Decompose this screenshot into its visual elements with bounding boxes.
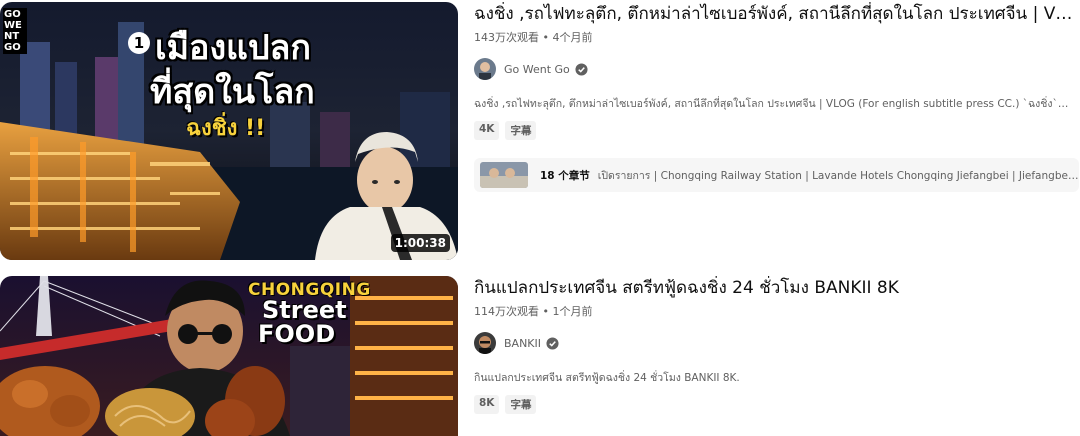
- avatar[interactable]: [474, 332, 496, 354]
- chapters-bar[interactable]: 18 个章节 เปิดรายการ | Chongqing Railway St…: [474, 158, 1079, 192]
- video-info: กินแปลกประเทศจีน สตรีทฟู้ดฉงชิ่ง 24 ชั่ว…: [474, 276, 1074, 414]
- verified-icon: [546, 336, 559, 350]
- thumbnail-headline-3: FOOD: [258, 320, 336, 348]
- meta-separator: •: [542, 31, 550, 44]
- verified-icon: [575, 62, 588, 76]
- upload-age: 1个月前: [552, 305, 593, 318]
- thumbnail-number: 1: [128, 32, 150, 54]
- video-meta: 143万次观看 • 4个月前: [474, 29, 1074, 45]
- view-count: 114万次观看: [474, 305, 539, 318]
- chapter-count: 18 个章节: [540, 169, 590, 182]
- video-description: ฉงชิ่ง ,รถไฟทะลุตึก, ตึกหม่าล่าไซเบอร์พั…: [474, 98, 1069, 110]
- video-thumbnail[interactable]: GO WENT GO 1 เมืองแปลก ที่สุดในโลก ฉงชิ่…: [0, 2, 458, 260]
- quality-badge: 4K: [474, 121, 500, 140]
- meta-separator: •: [542, 305, 550, 318]
- view-count: 143万次观看: [474, 31, 539, 44]
- chapter-thumbnail: [480, 162, 528, 188]
- avatar[interactable]: [474, 58, 496, 80]
- upload-age: 4个月前: [552, 31, 593, 44]
- channel-logo-text: GO WENT GO: [3, 8, 27, 54]
- subtitles-badge: 字幕: [505, 395, 537, 414]
- video-duration: 1:00:38: [390, 234, 450, 252]
- subtitles-badge: 字幕: [505, 121, 537, 140]
- thumbnail-image: [0, 276, 458, 436]
- thumbnail-headline-3: ฉงชิ่ง !!: [186, 116, 266, 141]
- channel-name[interactable]: BANKII: [504, 337, 541, 350]
- chapter-list: เปิดรายการ | Chongqing Railway Station |…: [597, 169, 1079, 182]
- video-thumbnail[interactable]: CHONGQING Street FOOD: [0, 276, 458, 436]
- video-info: ฉงชิ่ง ,รถไฟทะลุตึก, ตึกหม่าล่าไซเบอร์พั…: [474, 2, 1079, 192]
- quality-badge: 8K: [474, 395, 500, 414]
- channel-name[interactable]: Go Went Go: [504, 63, 570, 76]
- video-title[interactable]: กินแปลกประเทศจีน สตรีทฟู้ดฉงชิ่ง 24 ชั่ว…: [474, 276, 1074, 300]
- channel-link[interactable]: BANKII: [474, 331, 1074, 355]
- badge-row: 4K 字幕: [474, 121, 1074, 140]
- badge-row: 8K 字幕: [474, 395, 1074, 414]
- video-meta: 114万次观看 • 1个月前: [474, 303, 1074, 319]
- video-title[interactable]: ฉงชิ่ง ,รถไฟทะลุตึก, ตึกหม่าล่าไซเบอร์พั…: [474, 2, 1074, 26]
- channel-link[interactable]: Go Went Go: [474, 57, 1074, 81]
- video-description: กินแปลกประเทศจีน สตรีทฟู้ดฉงชิ่ง 24 ชั่ว…: [474, 372, 740, 384]
